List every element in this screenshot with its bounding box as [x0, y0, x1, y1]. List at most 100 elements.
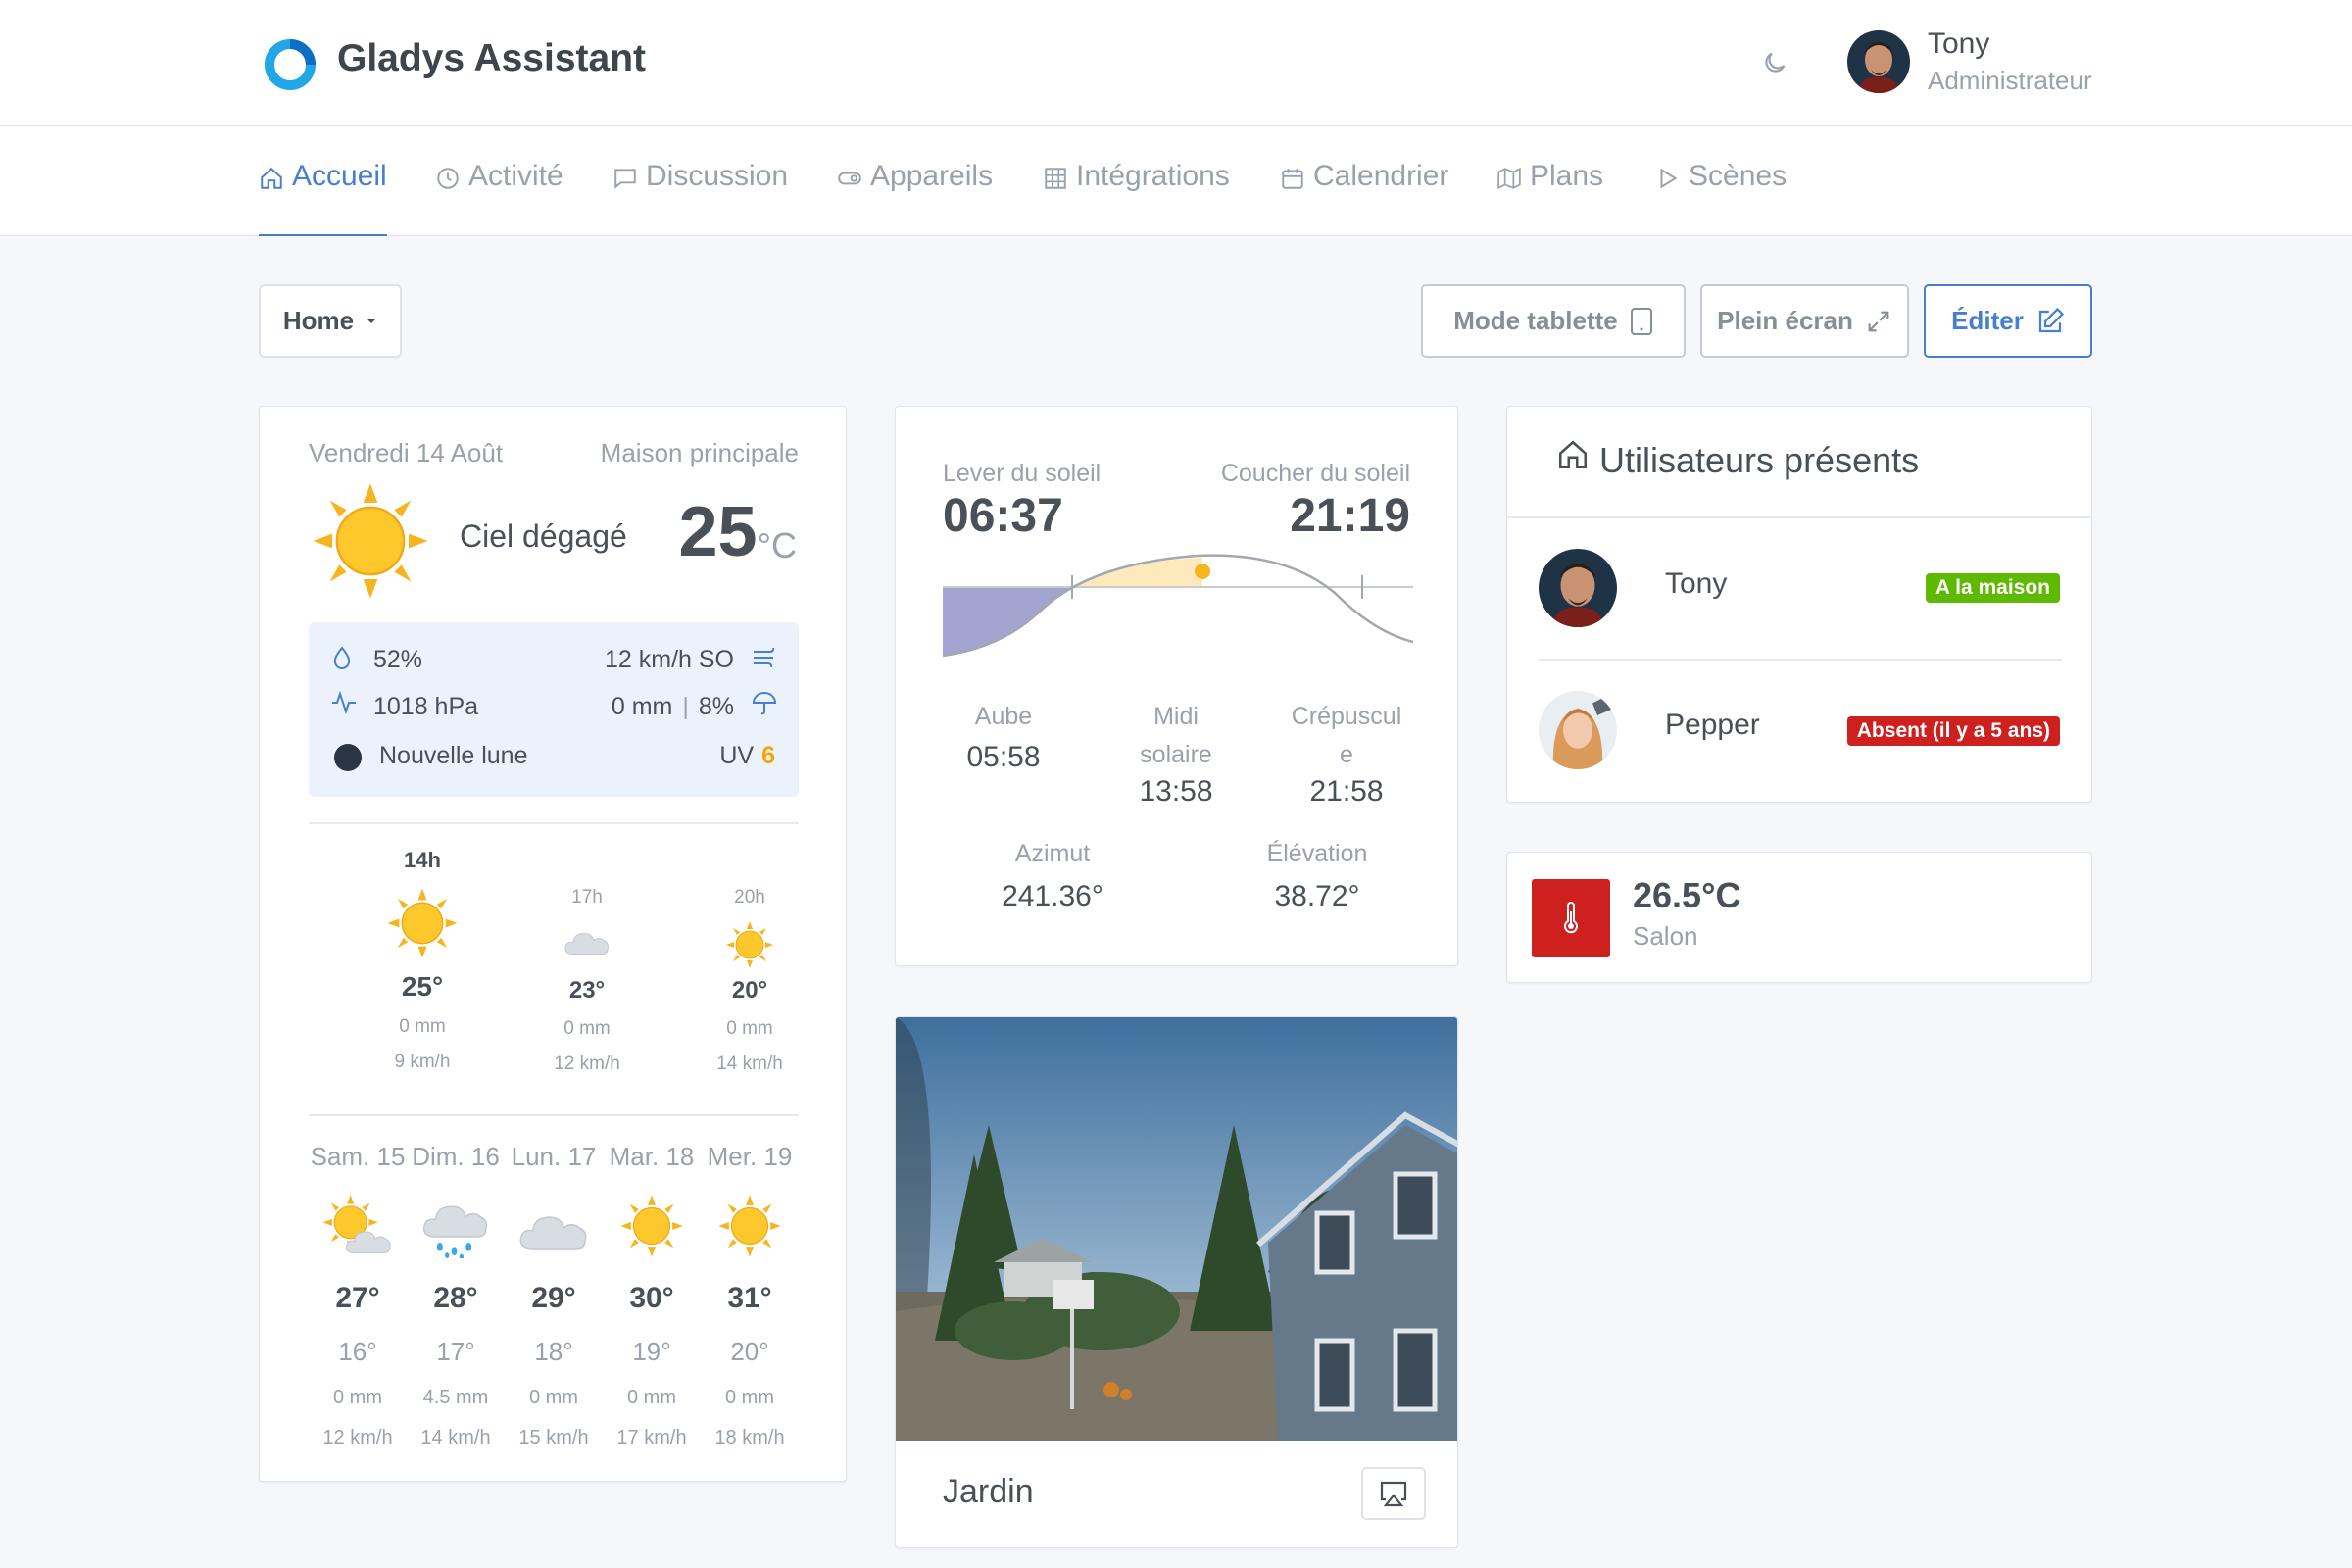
- dusk: Crépuscul e 21:58: [1274, 703, 1419, 808]
- camera-image[interactable]: [896, 1017, 1458, 1441]
- user-name[interactable]: Tony: [1928, 27, 1989, 61]
- dark-mode-moon-icon[interactable]: [1761, 49, 1788, 76]
- tab-plans[interactable]: Plans: [1496, 160, 1603, 236]
- sun-icon: [615, 1194, 688, 1258]
- day-rain: 4.5 mm: [422, 1387, 489, 1408]
- home-icon: [1558, 440, 1588, 469]
- gladys-logo-icon[interactable]: [263, 37, 318, 92]
- tab-plans-label: Plans: [1530, 160, 1604, 192]
- tab-integrations-label: Intégrations: [1076, 160, 1230, 192]
- tab-calendrier[interactable]: Calendrier: [1280, 160, 1448, 236]
- grid-icon: [1045, 168, 1066, 189]
- sun-icon: [713, 1194, 786, 1258]
- tablet-mode-button[interactable]: Mode tablette: [1421, 284, 1686, 358]
- sun-position-dot: [1195, 564, 1210, 579]
- divider: [309, 1114, 799, 1116]
- dawn-label: Aube: [974, 703, 1033, 730]
- edit-icon: [2038, 307, 2064, 332]
- airplay-icon: [1380, 1481, 1407, 1507]
- day-forecast: Lun. 17 29° 18° 0 mm 15 km/h: [505, 1142, 603, 1449]
- day-forecast: Mer. 19 31° 20° 0 mm 18 km/h: [701, 1142, 799, 1449]
- tab-discussion[interactable]: Discussion: [612, 160, 788, 236]
- weather-condition: Ciel dégagé: [460, 518, 627, 554]
- hour-forecast: 14h 25° 0 mm 9 km/h: [342, 848, 503, 1073]
- daylight-area: [1072, 558, 1202, 587]
- day-max: 27°: [335, 1282, 380, 1314]
- hour-temp: 23°: [568, 977, 606, 1004]
- solar-noon-label: Midi: [1153, 703, 1199, 730]
- cloud-icon: [516, 1201, 591, 1258]
- user-avatar[interactable]: [1847, 30, 1910, 93]
- temperature-value: 25: [678, 493, 758, 571]
- tab-accueil[interactable]: Accueil: [259, 160, 387, 236]
- top-header: Gladys Assistant Tony Administrateur: [0, 0, 2352, 126]
- app-title[interactable]: Gladys Assistant: [337, 37, 646, 80]
- tab-scenes[interactable]: Scènes: [1655, 160, 1787, 236]
- home-icon: [261, 167, 282, 189]
- day-min: 20°: [730, 1337, 769, 1366]
- hour-wind: 9 km/h: [394, 1052, 451, 1072]
- current-temperature: 25 °C: [679, 497, 798, 567]
- fullscreen-label: Plein écran: [1717, 306, 1853, 335]
- sun-icon: [725, 920, 774, 969]
- tab-calendrier-label: Calendrier: [1313, 160, 1449, 192]
- day-rain: 0 mm: [529, 1387, 578, 1408]
- day-wind: 14 km/h: [420, 1427, 491, 1448]
- solar-noon-time: 13:58: [1139, 775, 1213, 808]
- uv-index: UV 6: [719, 742, 775, 770]
- hour-temp: 20°: [731, 977, 768, 1004]
- dashboard-select[interactable]: Home: [259, 284, 402, 358]
- tablet-icon: [1630, 307, 1652, 335]
- dashboard-select-label: Home: [282, 306, 355, 335]
- day-wind: 15 km/h: [518, 1427, 589, 1448]
- map-icon: [1497, 167, 1521, 190]
- sun-card: Lever du soleil 06:37 Coucher du soleil …: [895, 406, 1458, 966]
- sun-path-chart: [943, 554, 1413, 658]
- azimuth: Azimut 241.36°: [974, 840, 1131, 913]
- edit-button[interactable]: Éditer: [1924, 284, 2092, 358]
- day-label: Mer. 19: [707, 1142, 793, 1171]
- avatar: [1539, 691, 1617, 769]
- hour-wind: 14 km/h: [716, 1054, 783, 1074]
- sunset-label: Coucher du soleil: [1220, 460, 1410, 487]
- cast-button[interactable]: [1361, 1467, 1426, 1520]
- day-forecast: Sam. 15 27° 16° 0 mm 12 km/h: [309, 1142, 407, 1449]
- tab-scenes-label: Scènes: [1689, 160, 1788, 192]
- hour-time: 17h: [571, 887, 603, 907]
- sunset-time: 21:19: [1290, 490, 1410, 542]
- caret-down-icon: [367, 318, 377, 323]
- dusk-label-2: e: [1340, 741, 1353, 768]
- divider: [1539, 659, 2062, 661]
- edit-label: Éditer: [1951, 306, 2024, 335]
- sun-icon: [311, 481, 430, 601]
- fullscreen-button[interactable]: Plein écran: [1700, 284, 1909, 358]
- camera-card: Jardin: [895, 1016, 1458, 1548]
- weather-date: Vendredi 14 Août: [309, 438, 504, 467]
- hour-forecast: 20h 20° 0 mm 14 km/h: [669, 887, 830, 1075]
- tab-appareils[interactable]: Appareils: [837, 160, 993, 236]
- uv-label: UV: [719, 742, 755, 769]
- tab-integrations[interactable]: Intégrations: [1043, 160, 1230, 236]
- night-area: [943, 587, 1072, 656]
- hour-forecast: 17h 23° 0 mm 12 km/h: [507, 887, 667, 1075]
- tab-appareils-label: Appareils: [870, 160, 994, 192]
- humidity-value: 52%: [373, 646, 423, 673]
- elevation-label: Élévation: [1266, 840, 1368, 867]
- day-forecast: Mar. 18 30° 19° 0 mm 17 km/h: [603, 1142, 701, 1449]
- wind-value: 12 km/h SO: [605, 646, 734, 673]
- calendar-icon: [1282, 169, 1303, 189]
- elevation-value: 38.72°: [1274, 880, 1360, 912]
- user-name: Pepper: [1665, 709, 1760, 741]
- day-rain: 0 mm: [627, 1387, 676, 1408]
- divider: [1507, 516, 2093, 518]
- day-rain: 0 mm: [333, 1387, 382, 1408]
- temperature-value: 26.5°C: [1633, 875, 1741, 915]
- hour-temp: 25°: [401, 971, 444, 1002]
- thermometer-icon: [1532, 879, 1610, 957]
- hour-rain: 0 mm: [726, 1018, 773, 1039]
- day-rain: 0 mm: [725, 1387, 774, 1408]
- play-icon: [1660, 168, 1678, 189]
- precipitation-probability: 8%: [698, 693, 734, 720]
- user-name: Tony: [1665, 567, 1728, 600]
- tab-activite[interactable]: Activité: [435, 160, 564, 236]
